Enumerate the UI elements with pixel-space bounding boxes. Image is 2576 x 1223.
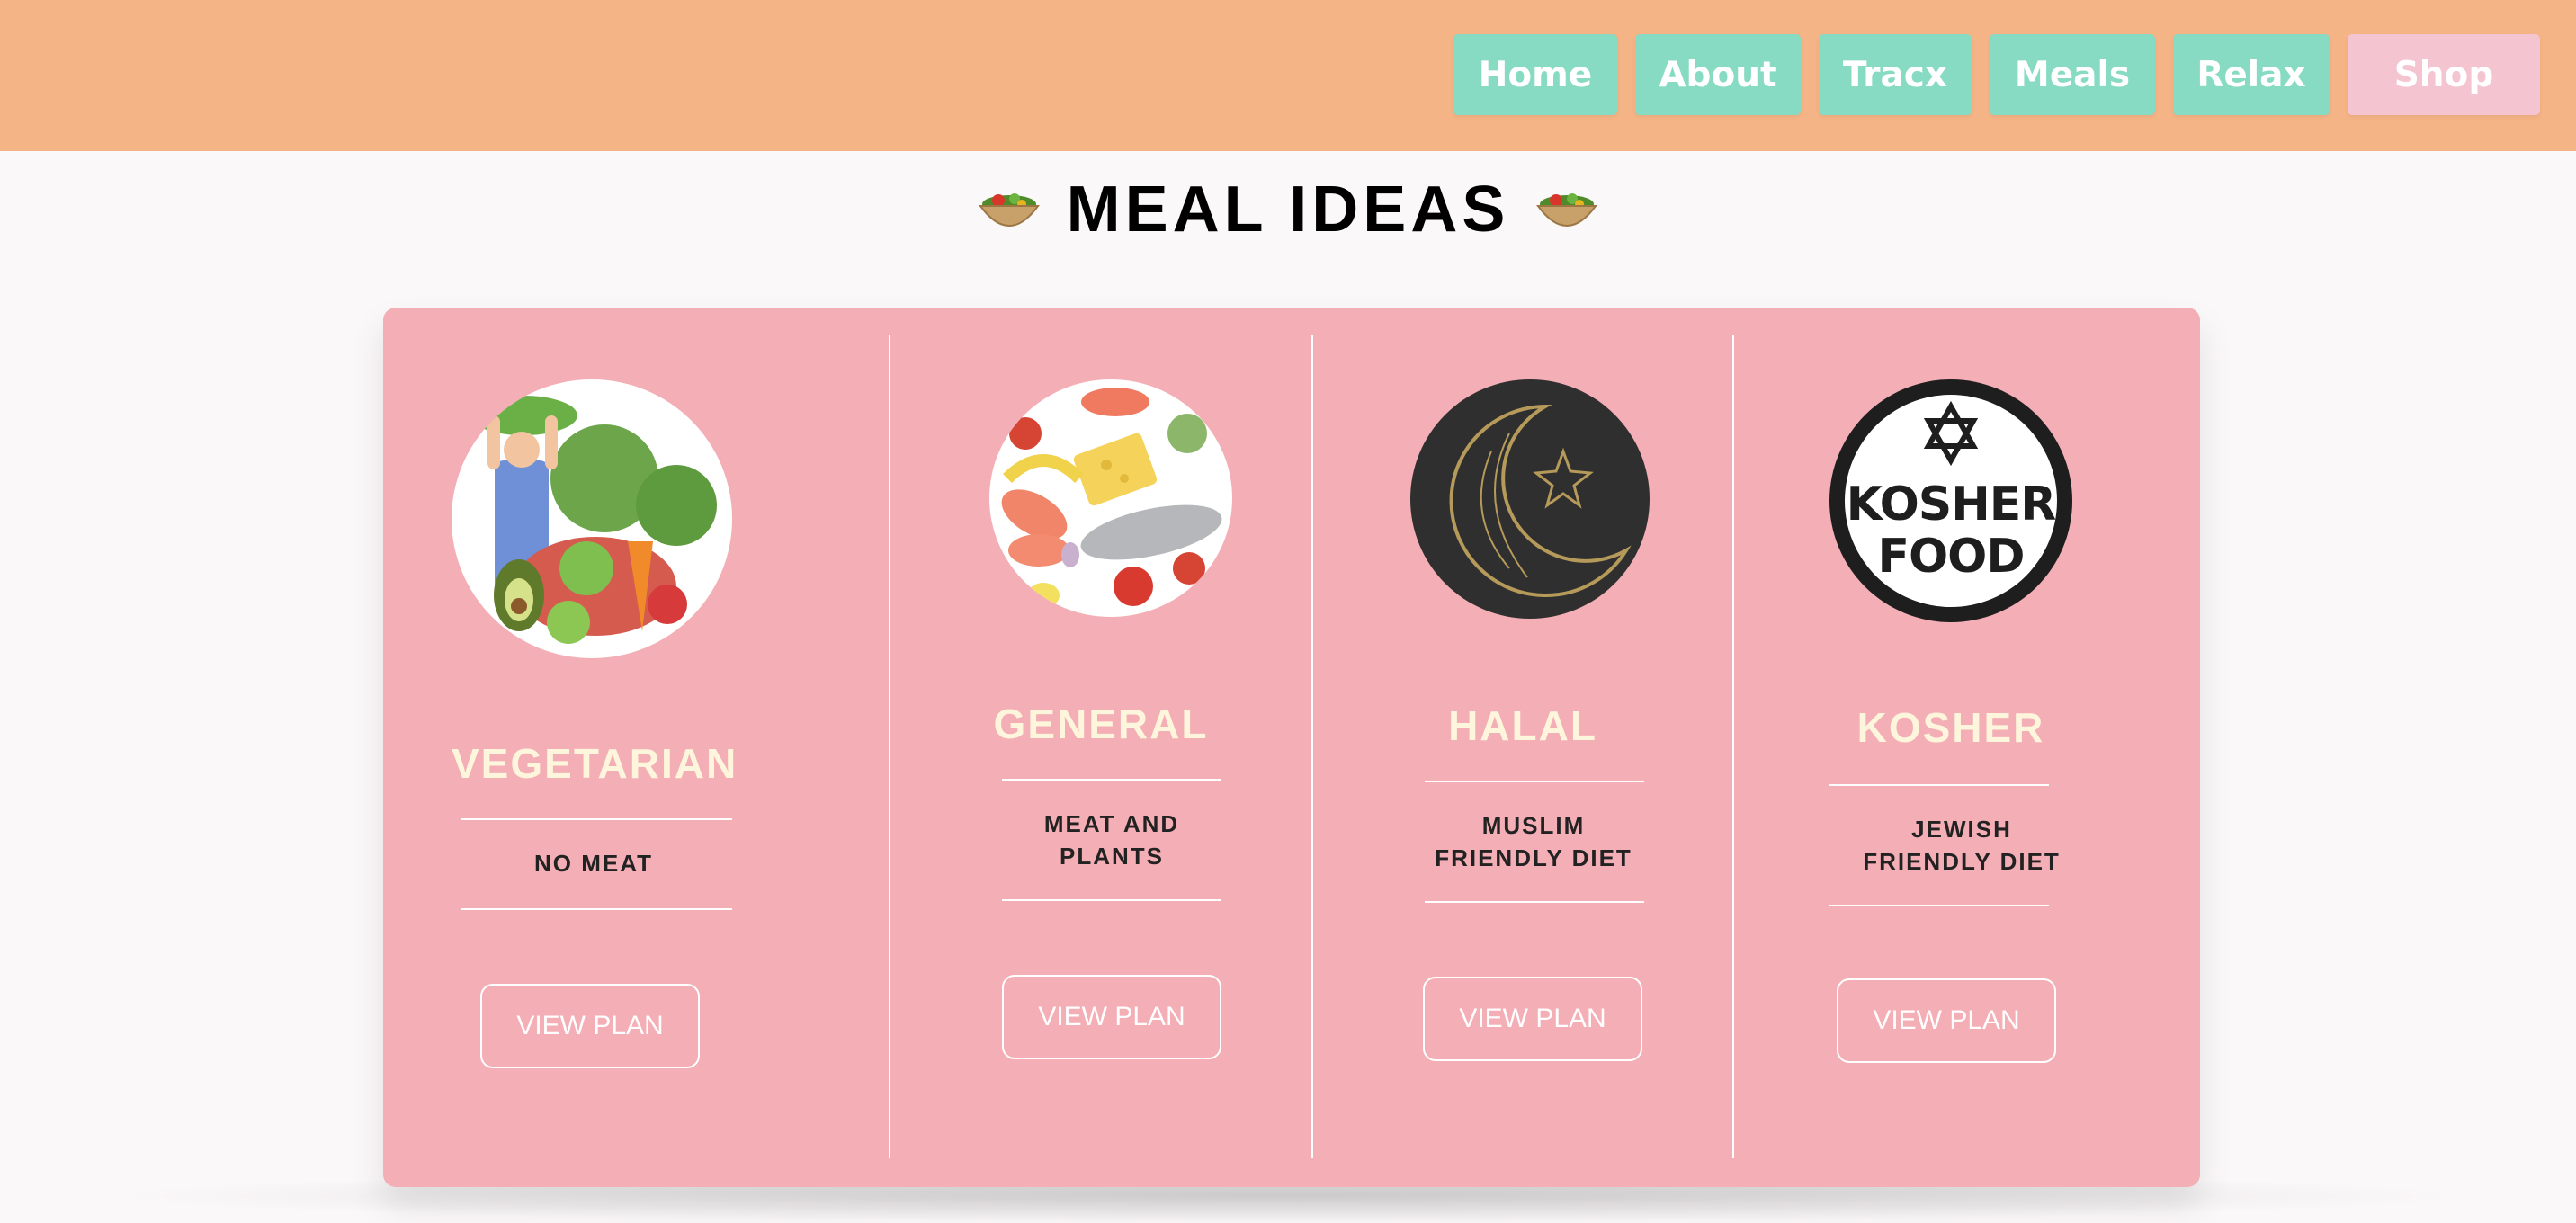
nav-about-button[interactable]: About — [1635, 34, 1801, 115]
nav-home-button[interactable]: Home — [1453, 34, 1617, 115]
card-rule — [1002, 899, 1221, 901]
kosher-food-logo: KOSHER FOOD — [1829, 379, 2072, 622]
card-title: VEGETARIAN — [452, 740, 738, 787]
card-title: KOSHER — [1856, 704, 2045, 751]
card-description: NO MEAT — [534, 850, 653, 877]
crescent-star-logo — [1410, 379, 1650, 619]
salad-bowl-icon — [978, 193, 1040, 227]
card-rule — [1829, 905, 2049, 906]
page-title-text: MEAL IDEAS — [1066, 174, 1510, 245]
card-rule — [1425, 901, 1644, 903]
general-food-illustration — [989, 379, 1232, 617]
kosher-logo-text: KOSHER FOOD — [1846, 478, 2057, 584]
view-plan-general-button[interactable]: VIEW PLAN — [1002, 975, 1221, 1059]
card-title: GENERAL — [993, 701, 1209, 747]
vegetarian-illustration — [452, 379, 732, 658]
salad-bowl-icon — [1536, 193, 1598, 227]
meal-card-halal: HALAL MUSLIM FRIENDLY DIET VIEW PLAN — [1313, 308, 1732, 1187]
meal-plans-panel: VEGETARIAN NO MEAT VIEW PLAN GENERAL MEA… — [383, 308, 2200, 1187]
nav-tracx-button[interactable]: Tracx — [1819, 34, 1972, 115]
meal-card-kosher: KOSHER FOOD KOSHER JEWISH FRIENDLY DIET … — [1734, 308, 2200, 1187]
card-rule — [461, 818, 732, 820]
meal-card-vegetarian: VEGETARIAN NO MEAT VIEW PLAN — [452, 308, 736, 1187]
nav-meals-button[interactable]: Meals — [1990, 34, 2155, 115]
view-plan-vegetarian-button[interactable]: VIEW PLAN — [480, 984, 700, 1068]
card-rule — [1425, 781, 1644, 782]
card-rule — [461, 908, 732, 910]
nav-relax-button[interactable]: Relax — [2173, 34, 2330, 115]
card-description: MEAT AND PLANTS — [1043, 810, 1180, 870]
view-plan-kosher-button[interactable]: VIEW PLAN — [1837, 978, 2056, 1063]
page-title: MEAL IDEAS — [0, 169, 2576, 250]
card-description: MUSLIM FRIENDLY DIET — [1435, 812, 1632, 871]
nav-shop-button[interactable]: Shop — [2348, 34, 2540, 115]
view-plan-halal-button[interactable]: VIEW PLAN — [1423, 977, 1642, 1061]
top-header: Home About Tracx Meals Relax Shop — [0, 0, 2576, 151]
meal-card-general: GENERAL MEAT AND PLANTS VIEW PLAN — [890, 308, 1311, 1187]
card-title: HALAL — [1448, 702, 1597, 749]
card-rule — [1829, 784, 2049, 786]
card-description: JEWISH FRIENDLY DIET — [1863, 816, 2061, 875]
card-rule — [1002, 779, 1221, 781]
